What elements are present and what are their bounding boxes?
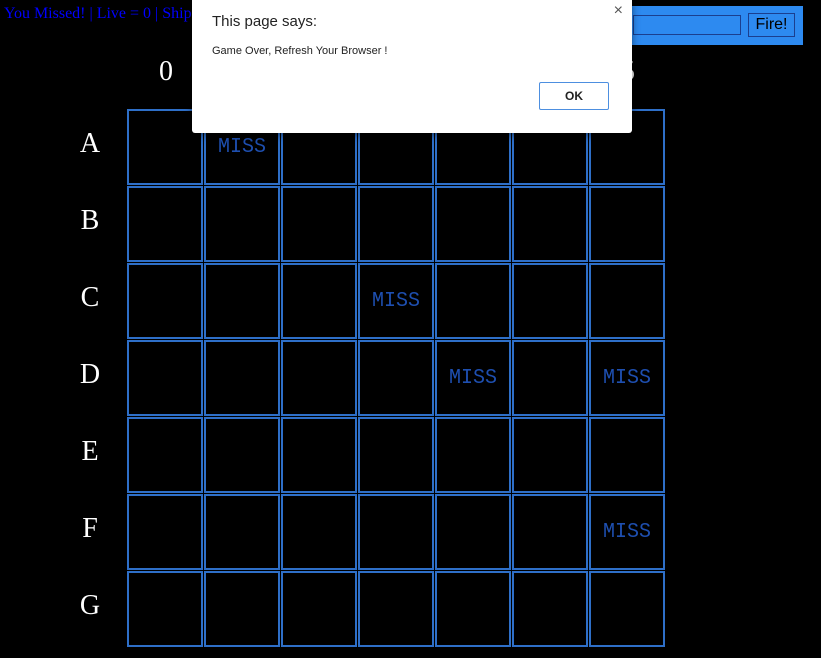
- board-cell[interactable]: [589, 571, 665, 647]
- board-cell[interactable]: [435, 263, 511, 339]
- board-cell[interactable]: [589, 186, 665, 262]
- board-cell[interactable]: [204, 340, 280, 416]
- row-label: F: [82, 513, 98, 544]
- board-cell[interactable]: MISS: [589, 340, 665, 416]
- dialog-message: Game Over, Refresh Your Browser !: [212, 45, 388, 57]
- ok-button[interactable]: OK: [539, 82, 609, 110]
- miss-marker: MISS: [217, 134, 266, 160]
- board-cell[interactable]: [281, 340, 357, 416]
- board-cell[interactable]: [281, 494, 357, 570]
- board-cell[interactable]: [204, 186, 280, 262]
- row-label: B: [80, 205, 100, 236]
- board-cell[interactable]: [512, 494, 588, 570]
- close-icon[interactable]: ×: [614, 2, 623, 20]
- board-cell[interactable]: [281, 417, 357, 493]
- board-cell[interactable]: [358, 186, 434, 262]
- board-cell[interactable]: MISS: [435, 340, 511, 416]
- board-cell[interactable]: MISS: [589, 494, 665, 570]
- board-cell[interactable]: [204, 263, 280, 339]
- board-cell[interactable]: [435, 571, 511, 647]
- board-cell[interactable]: [127, 494, 203, 570]
- board-cell[interactable]: [358, 340, 434, 416]
- board-cell[interactable]: [589, 263, 665, 339]
- game-board: MISS MISS MISS MISS MISS: [127, 109, 667, 649]
- board-cell[interactable]: [358, 417, 434, 493]
- miss-marker: MISS: [371, 288, 420, 314]
- guess-input[interactable]: [633, 15, 741, 35]
- board-cell[interactable]: MISS: [358, 263, 434, 339]
- fire-panel: Fire!: [630, 6, 803, 45]
- board-cell[interactable]: [435, 417, 511, 493]
- miss-marker: MISS: [602, 519, 651, 545]
- row-label: D: [79, 359, 101, 390]
- board-cell[interactable]: [127, 263, 203, 339]
- board-cell[interactable]: [512, 340, 588, 416]
- board-cell[interactable]: [204, 571, 280, 647]
- board-cell[interactable]: [281, 263, 357, 339]
- miss-marker: MISS: [602, 365, 651, 391]
- board-cell[interactable]: [127, 571, 203, 647]
- row-label: C: [80, 282, 100, 313]
- board-cell[interactable]: [127, 417, 203, 493]
- board-cell[interactable]: [512, 186, 588, 262]
- board-cell[interactable]: [204, 494, 280, 570]
- alert-dialog: This page says: × Game Over, Refresh You…: [192, 0, 632, 133]
- board-cell[interactable]: [358, 494, 434, 570]
- row-label: G: [79, 590, 101, 621]
- dialog-title: This page says:: [212, 13, 318, 30]
- board-cell[interactable]: [281, 571, 357, 647]
- board-cell[interactable]: [204, 417, 280, 493]
- board-cell[interactable]: [281, 186, 357, 262]
- board-cell[interactable]: [589, 417, 665, 493]
- miss-marker: MISS: [448, 365, 497, 391]
- board-cell[interactable]: [127, 186, 203, 262]
- board-cell[interactable]: [512, 571, 588, 647]
- fire-button[interactable]: Fire!: [748, 13, 795, 37]
- board-cell[interactable]: [127, 340, 203, 416]
- board-cell[interactable]: [512, 417, 588, 493]
- row-label: A: [79, 128, 101, 159]
- board-cell[interactable]: [435, 186, 511, 262]
- board-cell[interactable]: [358, 571, 434, 647]
- board-cell[interactable]: [435, 494, 511, 570]
- status-text: You Missed! | Live = 0 | Ship: [4, 5, 192, 22]
- board-cell[interactable]: [512, 263, 588, 339]
- row-label: E: [81, 436, 99, 467]
